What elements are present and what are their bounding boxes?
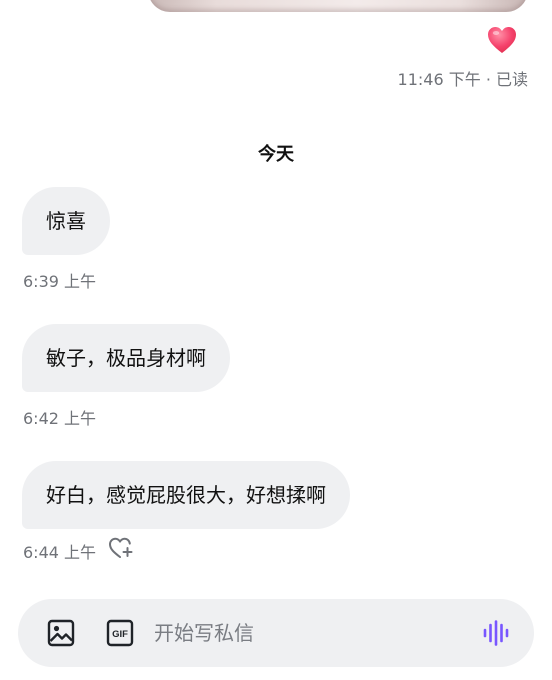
image-icon[interactable]	[47, 619, 75, 647]
message-timestamp: 6:39 上午	[23, 272, 97, 291]
message-timestamp: 6:42 上午	[23, 409, 97, 428]
svg-text:GIF: GIF	[112, 629, 128, 640]
sent-image-preview[interactable]	[148, 0, 528, 12]
message-bubble[interactable]: 好白，感觉屁股很大，好想揉啊	[22, 461, 350, 529]
heart-reaction-icon[interactable]	[487, 26, 517, 54]
message-bubble[interactable]: 敏子，极品身材啊	[22, 324, 230, 392]
gif-icon[interactable]: GIF	[106, 619, 134, 647]
add-reaction-icon[interactable]	[108, 536, 134, 560]
voice-icon[interactable]	[482, 619, 510, 647]
message-timestamp: 6:44 上午	[23, 543, 97, 562]
sent-message-status: 11:46 下午 · 已读	[397, 70, 528, 89]
message-composer[interactable]: GIF 开始写私信	[18, 599, 534, 667]
dm-conversation: 11:46 下午 · 已读 今天 惊喜 6:39 上午 敏子，极品身材啊 6:4…	[0, 0, 552, 680]
day-divider: 今天	[258, 144, 294, 165]
message-input[interactable]: 开始写私信	[154, 619, 254, 647]
message-bubble[interactable]: 惊喜	[22, 187, 110, 255]
